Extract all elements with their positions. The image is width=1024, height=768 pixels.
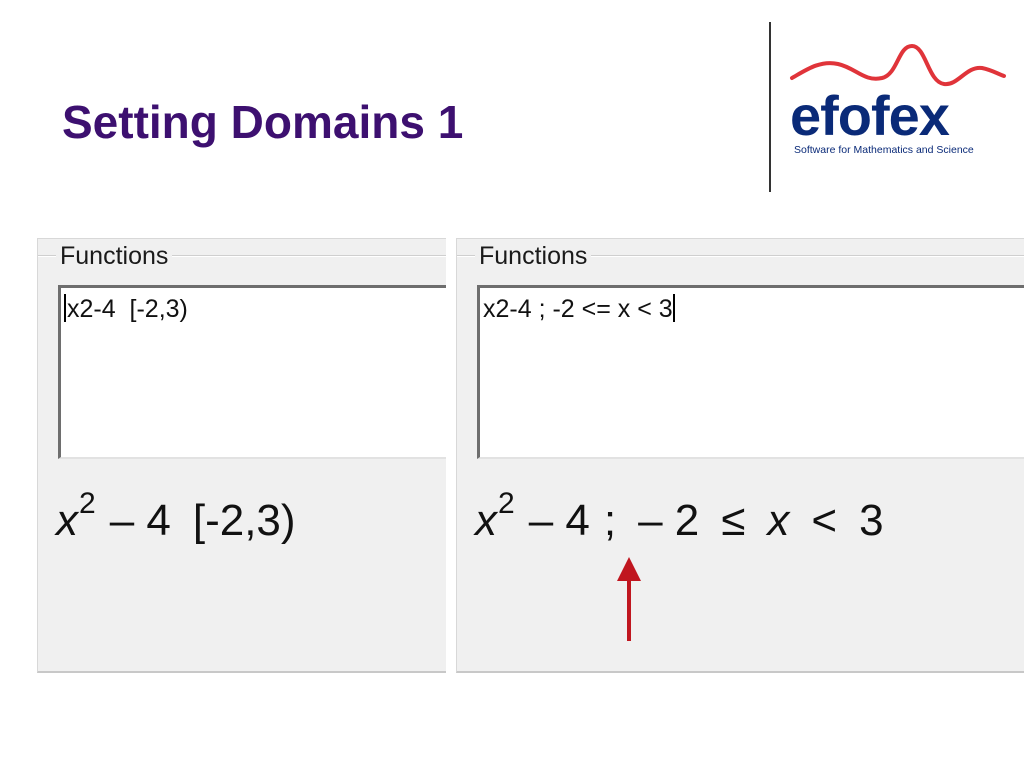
math-exponent: 2: [79, 487, 96, 520]
logo-wordmark: efofex: [790, 84, 950, 147]
math-operator-leq: ≤: [721, 496, 746, 545]
rendered-function: x2– 4; – 2 ≤ x <3: [475, 487, 884, 556]
slide: Setting Domains 1 efofex Software for Ma…: [0, 0, 1024, 768]
math-variable: x: [767, 496, 790, 545]
function-input[interactable]: x2-4 [-2,3): [58, 285, 446, 459]
rendered-function: x2 – 4 [-2,3): [56, 487, 296, 556]
function-input-value: x2-4 [-2,3): [67, 295, 188, 323]
math-domain: [-2,3): [192, 496, 296, 545]
slide-title: Setting Domains 1: [62, 96, 464, 148]
text-caret: [672, 294, 675, 322]
math-base: x: [56, 496, 78, 545]
functions-panel-left: Functions x2-4 [-2,3) x2 – 4 [-2,3): [37, 238, 446, 673]
functions-panel-right: Functions x2-4 ; -2 <= x < 3 x2– 4; – 2 ≤ x…: [456, 238, 1024, 673]
math-exponent: 2: [498, 487, 515, 520]
math-operator-lt: <: [811, 496, 838, 545]
efofex-logo: efofex Software for Mathematics and Scie…: [786, 38, 1008, 164]
math-base: x: [475, 496, 497, 545]
math-rest: – 4: [109, 496, 171, 545]
group-label-functions: Functions: [56, 239, 173, 273]
function-input-text[interactable]: x2-4 ; -2 <= x < 3: [483, 292, 675, 326]
math-lower-bound: – 2: [638, 496, 700, 545]
math-upper-bound: 3: [859, 496, 884, 545]
function-input[interactable]: x2-4 ; -2 <= x < 3: [477, 285, 1024, 459]
group-label-functions: Functions: [475, 239, 592, 273]
function-input-value: x2-4 ; -2 <= x < 3: [483, 295, 673, 323]
text-caret: [64, 294, 66, 322]
logo-tagline: Software for Mathematics and Science: [794, 144, 974, 156]
math-semicolon: ;: [603, 496, 617, 545]
up-arrow-icon: [617, 557, 641, 641]
math-rest: – 4: [528, 496, 590, 545]
function-input-text[interactable]: x2-4 [-2,3): [64, 292, 188, 326]
header-divider: [769, 22, 771, 192]
